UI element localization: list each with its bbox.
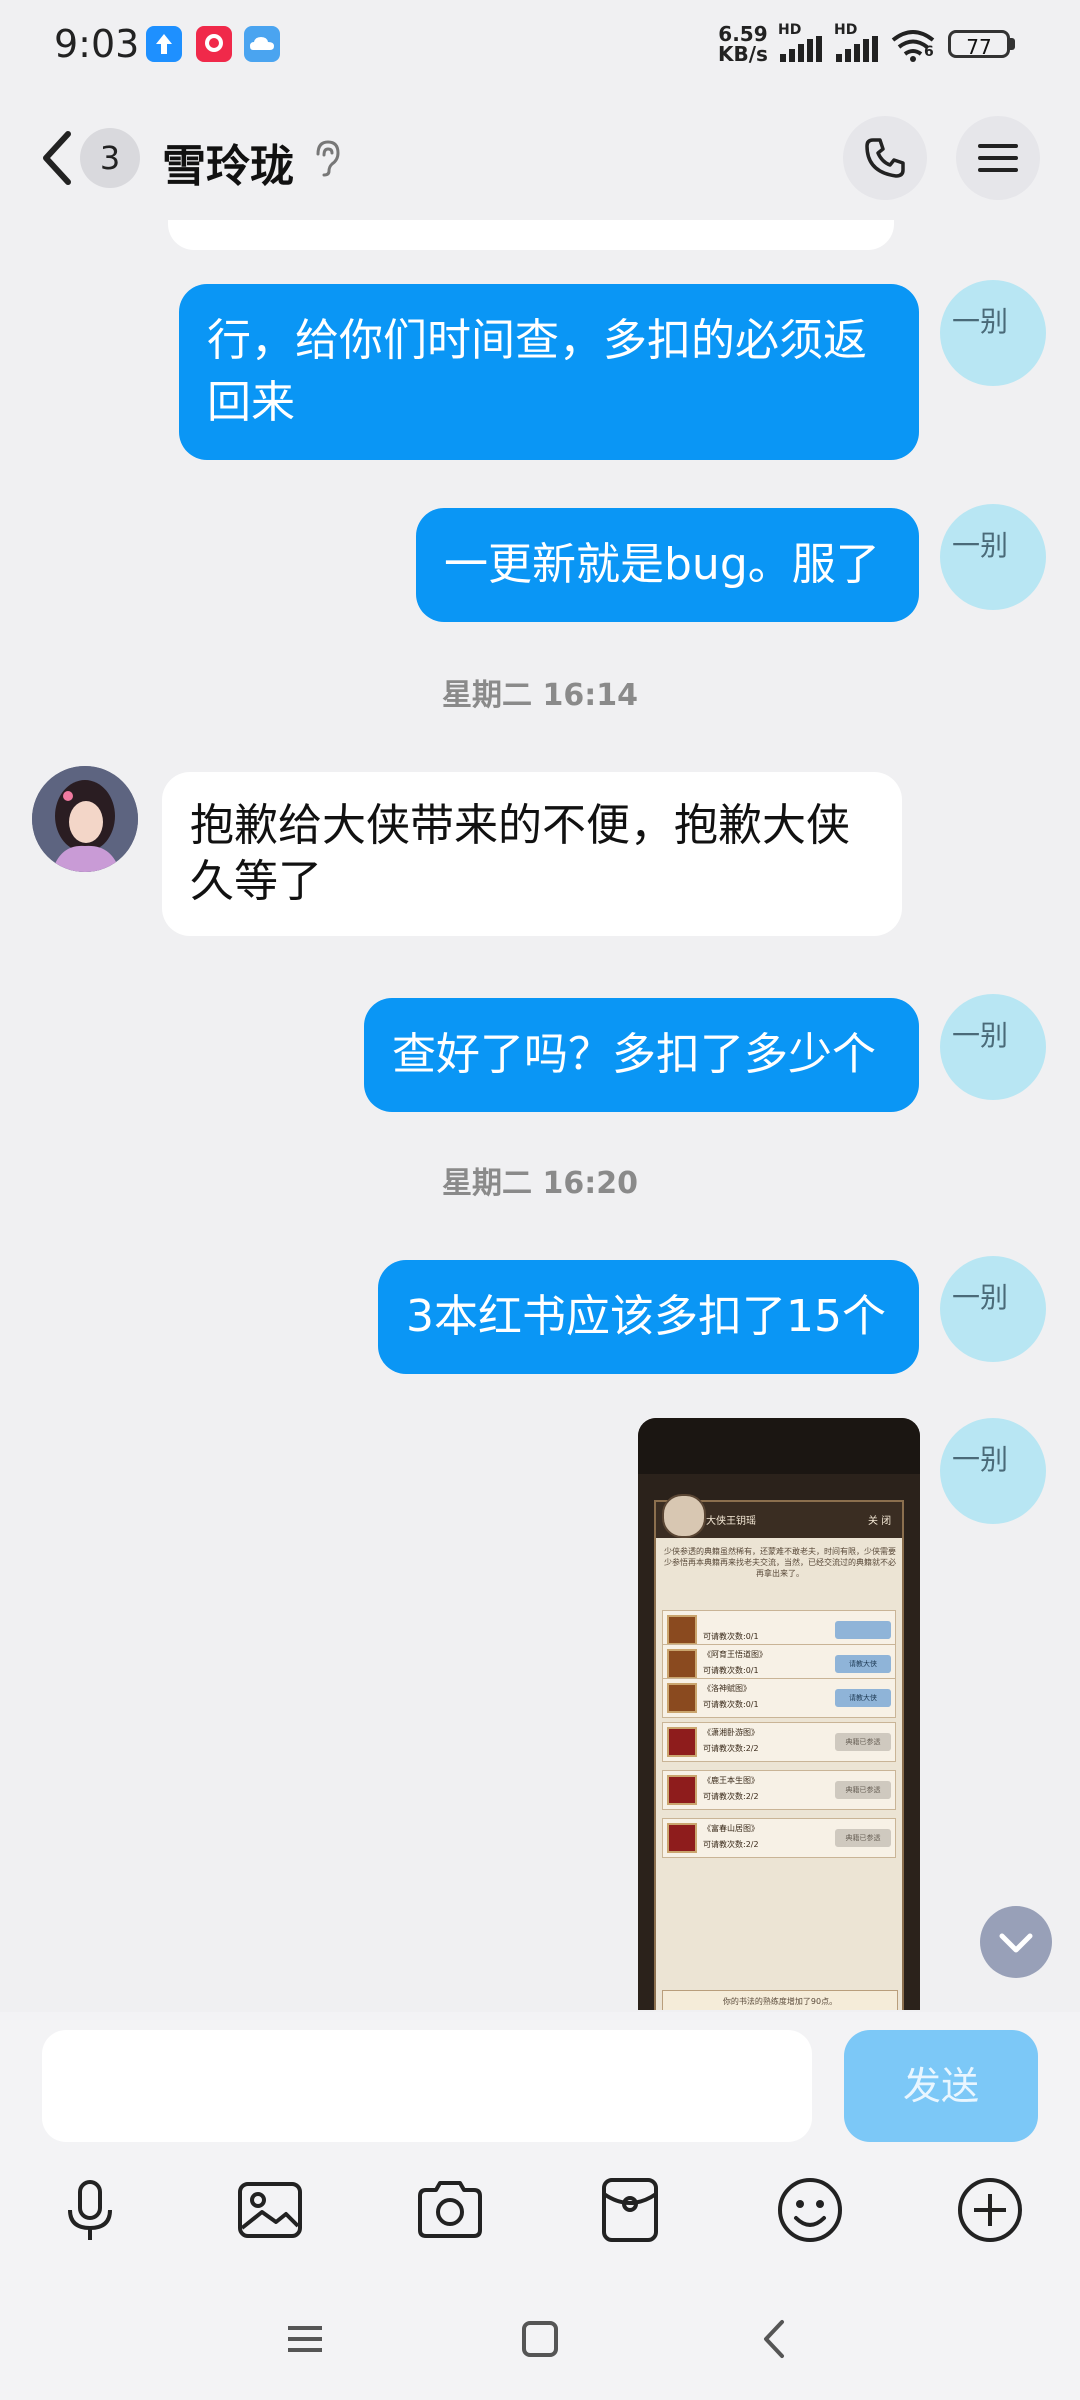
screenshot-row-icon	[667, 1683, 697, 1713]
self-avatar[interactable]: 一别	[940, 1418, 1046, 1524]
screenshot-row: 《潇湘卧游图》 可请教次数:2/2 典籍已参透	[662, 1722, 896, 1762]
screenshot-row-button: 典籍已参透	[835, 1781, 891, 1799]
screenshot-row-name: 《洛神赋图》	[703, 1684, 751, 1693]
send-button[interactable]: 发送	[844, 2030, 1038, 2142]
home-icon[interactable]	[515, 2314, 565, 2364]
screenshot-row: 《鹿王本生图》 可请教次数:2/2 典籍已参透	[662, 1770, 896, 1810]
status-time: 9:03	[54, 22, 140, 66]
signal-icon-2	[836, 36, 878, 62]
self-avatar-text: 一别	[952, 305, 1009, 338]
back-nav-icon[interactable]	[750, 2314, 800, 2364]
net-speed-value: 6.59	[718, 22, 768, 46]
self-avatar[interactable]: 一别	[940, 994, 1046, 1100]
outgoing-message-bubble[interactable]: 行，给你们时间查，多扣的必须返回来	[179, 284, 919, 460]
partial-message-bubble	[168, 220, 894, 250]
screenshot-row-icon	[667, 1649, 697, 1679]
outgoing-message-bubble[interactable]: 查好了吗？多扣了多少个	[364, 998, 919, 1112]
self-avatar[interactable]: 一别	[940, 1256, 1046, 1362]
system-nav-bar	[0, 2272, 1080, 2400]
screenshot-row-button: 请教大侠	[835, 1689, 891, 1707]
chat-header: 3 雪玲珑	[0, 90, 1080, 220]
screenshot-row-count: 可请教次数:0/1	[703, 1632, 759, 1641]
net-speed: 6.59 KB/s	[718, 24, 768, 64]
screenshot-avatar	[662, 1494, 706, 1538]
screenshot-footer: 你的书法的熟练度增加了90点。	[662, 1990, 898, 2010]
self-avatar[interactable]: 一别	[940, 280, 1046, 386]
signal-icon-1	[780, 36, 822, 62]
outgoing-message-bubble[interactable]: 一更新就是bug。服了	[416, 508, 919, 622]
self-avatar-text: 一别	[952, 1019, 1009, 1052]
unread-count-badge[interactable]: 3	[80, 128, 140, 188]
screenshot-dialog: 大侠王钥瑶 关 闭 少侠参透的典籍虽然稀有，还蒙难不敢老夫，时间有限，少侠需要少…	[654, 1494, 904, 2010]
red-packet-icon[interactable]	[592, 2172, 668, 2248]
message-timestamp: 星期二 16:20	[442, 1166, 638, 1201]
chat-menu-button[interactable]	[956, 116, 1040, 200]
screenshot-row: 《洛神赋图》 可请教次数:0/1 请教大侠	[662, 1678, 896, 1718]
screenshot-row-icon	[667, 1823, 697, 1853]
self-avatar-text: 一别	[952, 529, 1009, 562]
screenshot-title: 大侠王钥瑶	[706, 1516, 756, 1527]
wifi-suffix: 6	[924, 44, 934, 60]
screenshot-row-name: 《鹿王本生图》	[703, 1776, 759, 1785]
phone-icon	[865, 138, 905, 178]
recents-icon[interactable]	[280, 2314, 330, 2364]
cloud-app-icon	[244, 26, 280, 62]
screenshot-row: 《富春山居图》 可请教次数:2/2 典籍已参透	[662, 1818, 896, 1858]
message-timestamp: 星期二 16:14	[442, 678, 638, 713]
screenshot-row-count: 可请教次数:2/2	[703, 1792, 759, 1801]
microphone-icon[interactable]	[52, 2172, 128, 2248]
screenshot-row-button	[835, 1621, 891, 1639]
screenshot-desc: 少侠参透的典籍虽然稀有，还蒙难不敢老夫，时间有限，少侠需要少参悟再本典籍再来找老…	[664, 1547, 896, 1578]
upload-app-icon	[146, 26, 182, 62]
screenshot-row-count: 可请教次数:0/1	[703, 1700, 759, 1709]
back-button[interactable]	[38, 128, 78, 188]
menu-icon	[978, 144, 1018, 172]
screenshot-row-icon	[667, 1775, 697, 1805]
screenshot-row-name: 《富春山居图》	[703, 1824, 759, 1833]
outgoing-message-bubble[interactable]: 3本红书应该多扣了15个	[378, 1260, 919, 1374]
screenshot-row-name: 《阿育王悟道图》	[703, 1650, 767, 1659]
screenshot-row-count: 可请教次数:2/2	[703, 1744, 759, 1753]
status-bar: 9:03 6.59 KB/s HD HD 6 77	[0, 0, 1080, 90]
net-speed-unit: KB/s	[718, 42, 768, 66]
battery-tip	[1010, 38, 1015, 50]
screenshot-row-button: 典籍已参透	[835, 1829, 891, 1847]
screenshot-row-count: 可请教次数:0/1	[703, 1666, 759, 1675]
voice-call-button[interactable]	[843, 116, 927, 200]
emoji-icon[interactable]	[772, 2172, 848, 2248]
plus-icon[interactable]	[952, 2172, 1028, 2248]
chat-toolbar	[0, 2142, 1080, 2272]
image-message[interactable]: 大侠王钥瑶 关 闭 少侠参透的典籍虽然稀有，还蒙难不敢老夫，时间有限，少侠需要少…	[638, 1418, 920, 2010]
screenshot-row-name: 《潇湘卧游图》	[703, 1728, 759, 1737]
taobao-app-icon	[196, 26, 232, 62]
screenshot-row-count: 可请教次数:2/2	[703, 1840, 759, 1849]
input-bar: 发送	[0, 2012, 1080, 2142]
screenshot-close: 关 闭	[868, 1516, 892, 1527]
contact-avatar[interactable]	[32, 766, 138, 872]
image-icon[interactable]	[232, 2172, 308, 2248]
contact-name[interactable]: 雪玲珑	[162, 130, 294, 194]
self-avatar-text: 一别	[952, 1443, 1009, 1476]
message-input[interactable]	[42, 2030, 812, 2142]
screenshot-row-button: 典籍已参透	[835, 1733, 891, 1751]
screenshot-row-icon	[667, 1727, 697, 1757]
back-chevron-icon	[43, 131, 71, 185]
ear-icon	[316, 140, 340, 177]
self-avatar-text: 一别	[952, 1281, 1009, 1314]
screenshot-row-button: 请教大侠	[835, 1655, 891, 1673]
chevron-down-icon	[999, 1933, 1033, 1953]
screenshot-row-icon	[667, 1615, 697, 1645]
camera-icon[interactable]	[412, 2172, 488, 2248]
battery-icon: 77	[948, 30, 1010, 59]
self-avatar[interactable]: 一别	[940, 504, 1046, 610]
incoming-message-bubble[interactable]: 抱歉给大侠带来的不便，抱歉大侠久等了	[162, 772, 902, 936]
scroll-to-bottom-button[interactable]	[980, 1906, 1052, 1978]
screenshot-top-bar	[638, 1418, 920, 1474]
message-list[interactable]: 行，给你们时间查，多扣的必须返回来 一别 一更新就是bug。服了 一别 星期二 …	[0, 220, 1080, 2010]
